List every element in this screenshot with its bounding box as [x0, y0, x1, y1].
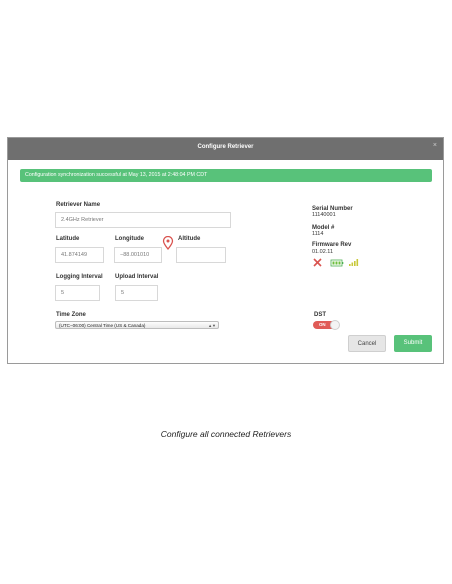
firmware-rev-value: 01.02.11: [312, 249, 334, 255]
battery-icon: [330, 259, 344, 267]
serial-number-value: 11140001: [312, 212, 336, 218]
dialog-titlebar: Configure Retriever ×: [8, 138, 443, 160]
latitude-input[interactable]: 41.874149: [55, 247, 104, 263]
cancel-button[interactable]: Cancel: [348, 335, 386, 352]
dialog-title: Configure Retriever: [197, 144, 254, 150]
map-pin-icon[interactable]: [162, 236, 174, 250]
time-zone-label: Time Zone: [56, 312, 86, 318]
signal-icon: [349, 259, 359, 266]
figure-caption: Configure all connected Retrievers: [160, 429, 292, 439]
dst-toggle[interactable]: ON: [313, 320, 340, 330]
status-icons: [313, 258, 359, 267]
longitude-input[interactable]: −88.001010: [114, 247, 162, 263]
model-value: 1114: [312, 231, 324, 237]
altitude-input[interactable]: [176, 247, 226, 263]
time-zone-select[interactable]: (UTC−06:00) Central Time (US & Canada) ▲…: [55, 321, 219, 329]
upload-interval-label: Upload Interval: [115, 274, 159, 280]
altitude-label: Altitude: [178, 236, 201, 242]
submit-button[interactable]: Submit: [394, 335, 432, 352]
logging-interval-input[interactable]: 5: [55, 285, 100, 301]
longitude-label: Longitude: [115, 236, 144, 242]
firmware-rev-label: Firmware Rev: [312, 242, 352, 248]
chevron-down-icon: ▲▼: [208, 323, 216, 328]
dst-label: DST: [314, 312, 326, 318]
retriever-name-label: Retriever Name: [56, 202, 101, 208]
retriever-name-input[interactable]: 2.4GHz Retriever: [55, 212, 231, 228]
upload-interval-input[interactable]: 5: [115, 285, 158, 301]
configure-retriever-dialog: Configure Retriever × Configuration sync…: [7, 137, 444, 364]
latitude-label: Latitude: [56, 236, 80, 242]
logging-interval-label: Logging Interval: [56, 274, 103, 280]
x-icon: [313, 258, 322, 267]
success-alert: Configuration synchronization successful…: [20, 169, 432, 182]
toggle-knob: [330, 320, 340, 330]
time-zone-value: (UTC−06:00) Central Time (US & Canada): [59, 323, 146, 328]
close-icon[interactable]: ×: [433, 142, 437, 149]
dst-toggle-text: ON: [319, 322, 326, 327]
